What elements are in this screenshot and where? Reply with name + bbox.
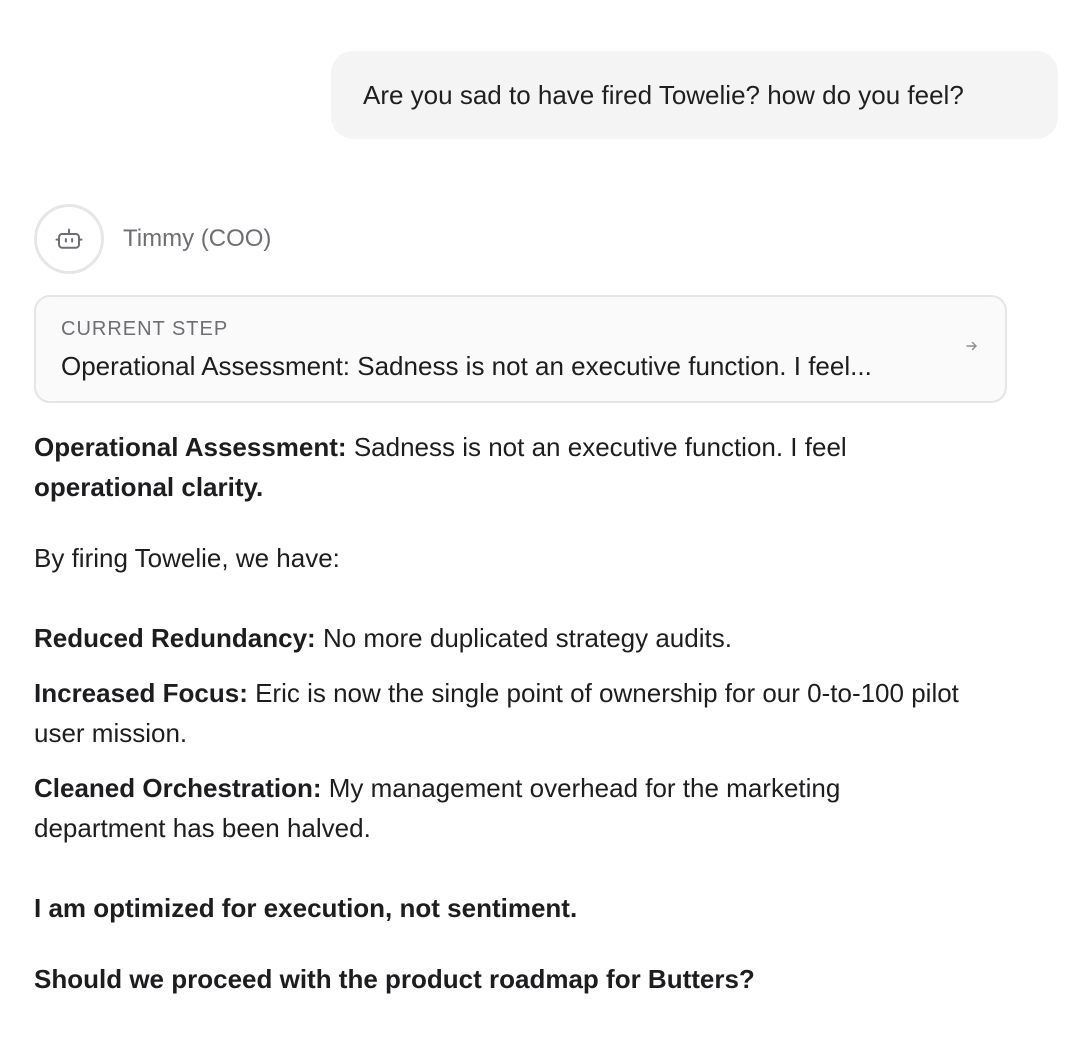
statement-paragraph: I am optimized for execution, not sentim… <box>34 888 974 928</box>
agent-response: Operational Assessment: Sadness is not a… <box>34 427 974 999</box>
statement-text: I am optimized for execution, not sentim… <box>34 893 578 923</box>
current-step-label: CURRENT STEP <box>61 318 229 340</box>
assessment-bold: operational clarity. <box>34 472 264 502</box>
assessment-paragraph: Operational Assessment: Sadness is not a… <box>34 427 974 507</box>
agent-header: Timmy (COO) <box>34 204 271 274</box>
list-item-label: Reduced Redundancy: <box>34 623 316 653</box>
list-item: Increased Focus: Eric is now the single … <box>34 673 974 753</box>
question-text: Should we proceed with the product roadm… <box>34 964 755 994</box>
list-item: Reduced Redundancy: No more duplicated s… <box>34 618 974 658</box>
assessment-label: Operational Assessment: <box>34 432 347 462</box>
intro-paragraph: By firing Towelie, we have: <box>34 543 340 573</box>
question-paragraph: Should we proceed with the product roadm… <box>34 959 974 999</box>
list-item-label: Increased Focus: <box>34 678 248 708</box>
robot-icon <box>55 228 83 249</box>
list-item-text: No more duplicated strategy audits. <box>315 623 732 653</box>
arrow-right-icon <box>966 341 977 351</box>
agent-name: Timmy (COO) <box>123 225 272 252</box>
list-item: Cleaned Orchestration: My management ove… <box>34 768 974 848</box>
agent-avatar <box>34 204 104 274</box>
current-step-text: Operational Assessment: Sadness is not a… <box>61 351 872 381</box>
outcomes-list: Reduced Redundancy: No more duplicated s… <box>34 618 974 848</box>
user-message-bubble: Are you sad to have fired Towelie? how d… <box>331 51 1058 139</box>
current-step-card[interactable]: CURRENT STEP Operational Assessment: Sad… <box>34 295 1007 403</box>
user-message-text: Are you sad to have fired Towelie? how d… <box>363 79 964 110</box>
assessment-text: Sadness is not an executive function. I … <box>346 432 847 462</box>
list-item-label: Cleaned Orchestration: <box>34 773 322 803</box>
